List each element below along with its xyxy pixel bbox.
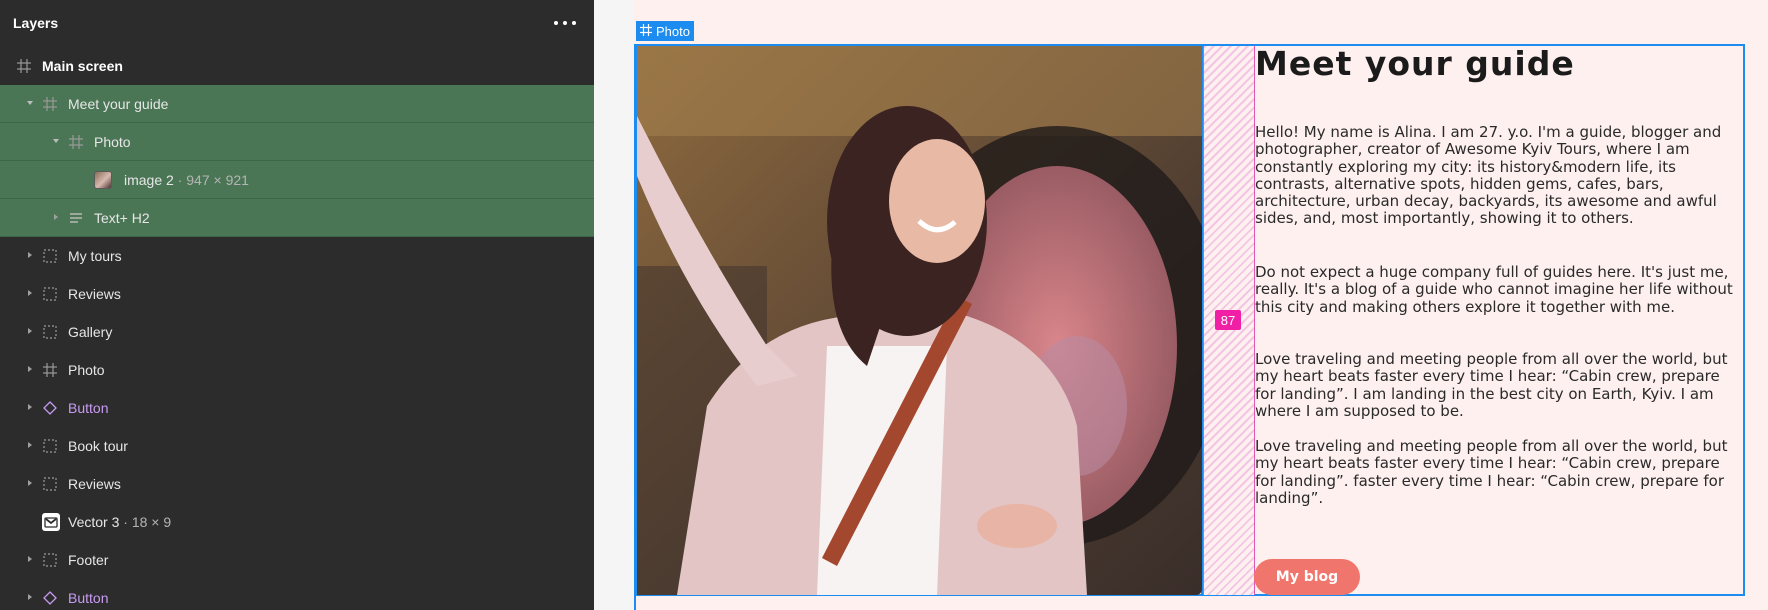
layer-name: Main screen xyxy=(42,58,123,74)
frame-icon xyxy=(16,58,32,74)
layer-label: Gallery xyxy=(68,324,112,340)
paragraph-intro[interactable]: Hello! My name is Alina. I am 27. y.o. I… xyxy=(1255,123,1745,228)
layer-name: Text+ H2 xyxy=(94,210,150,226)
chevron-right-icon[interactable] xyxy=(25,402,35,412)
layer-label: Button xyxy=(68,400,108,416)
layer-row-mytours[interactable]: My tours xyxy=(0,237,594,275)
layers-panel-header: Layers xyxy=(0,0,594,48)
layer-label: Book tour xyxy=(68,438,128,454)
layer-dimensions: · 18 × 9 xyxy=(119,514,172,530)
layer-name: Photo xyxy=(68,362,105,378)
layer-label: Photo xyxy=(68,362,105,378)
paragraph-travel-2[interactable]: Love traveling and meeting people from a… xyxy=(1255,437,1745,507)
group-icon xyxy=(42,438,58,454)
group-icon xyxy=(42,552,58,568)
group-icon xyxy=(42,248,58,264)
layer-name: Reviews xyxy=(68,286,121,302)
layer-row-vector3[interactable]: Vector 3 · 18 × 9 xyxy=(0,503,594,541)
chevron-right-icon[interactable] xyxy=(25,364,35,374)
layer-name: Meet your guide xyxy=(68,96,169,112)
layer-name: Book tour xyxy=(68,438,128,454)
layer-label: My tours xyxy=(68,248,122,264)
chevron-down-icon[interactable] xyxy=(51,136,61,146)
layer-label: Button xyxy=(68,590,108,606)
paragraph-travel[interactable]: Love traveling and meeting people from a… xyxy=(1255,350,1745,420)
group-icon xyxy=(42,476,58,492)
chevron-right-icon[interactable] xyxy=(25,288,35,298)
image-thumbnail-icon xyxy=(94,171,112,189)
layer-row-image2[interactable]: image 2 · 947 × 921 xyxy=(0,161,594,199)
group-icon xyxy=(42,324,58,340)
vector-icon xyxy=(42,513,60,531)
layer-name: Gallery xyxy=(68,324,113,340)
layer-name: Photo xyxy=(94,134,131,150)
layers-panel: Layers Main screen Meet your guide Photo im… xyxy=(0,0,594,610)
layer-label: Meet your guide xyxy=(68,96,168,112)
layer-row-reviews1[interactable]: Reviews xyxy=(0,275,594,313)
chevron-right-icon[interactable] xyxy=(25,592,35,602)
component-instance-icon xyxy=(42,590,58,606)
layer-name: Button xyxy=(68,400,109,416)
chevron-down-icon[interactable] xyxy=(25,98,35,108)
layer-dimensions: · 947 × 921 xyxy=(173,172,249,188)
chevron-right-icon[interactable] xyxy=(25,554,35,564)
chevron-right-icon[interactable] xyxy=(25,478,35,488)
section-heading[interactable]: Meet your guide xyxy=(1255,44,1575,83)
layer-label: Photo xyxy=(94,134,131,150)
layer-row-main[interactable]: Main screen xyxy=(0,47,594,85)
layer-row-meet[interactable]: Meet your guide xyxy=(0,85,594,123)
chevron-right-icon[interactable] xyxy=(25,326,35,336)
frame-icon xyxy=(640,23,652,39)
layer-label: Reviews xyxy=(68,476,121,492)
layer-label: image 2 · 947 × 921 xyxy=(124,172,249,188)
layer-row-gallery[interactable]: Gallery xyxy=(0,313,594,351)
layer-row-photo-inner[interactable]: Photo xyxy=(0,123,594,161)
layer-row-texth2[interactable]: Text+ H2 xyxy=(0,199,594,237)
layer-label: Footer xyxy=(68,552,108,568)
chevron-right-icon[interactable] xyxy=(25,250,35,260)
layer-name: My tours xyxy=(68,248,122,264)
frame-icon xyxy=(68,134,84,150)
layer-name: Button xyxy=(68,590,109,606)
layer-name: image 2 xyxy=(124,172,174,188)
chevron-right-icon[interactable] xyxy=(51,212,61,222)
layer-name: Footer xyxy=(68,552,109,568)
frame-icon xyxy=(42,362,58,378)
layer-name: Reviews xyxy=(68,476,121,492)
layer-label: Text+ H2 xyxy=(94,210,150,226)
spacing-value-badge: 87 xyxy=(1215,310,1241,330)
group-icon xyxy=(42,286,58,302)
layer-row-button1[interactable]: Button xyxy=(0,389,594,427)
panel-title: Layers xyxy=(13,15,59,31)
my-blog-button[interactable]: My blog xyxy=(1254,559,1360,595)
layer-row-photo[interactable]: Photo xyxy=(0,351,594,389)
guide-photo[interactable] xyxy=(637,46,1202,595)
layer-row-booktour[interactable]: Book tour xyxy=(0,427,594,465)
layer-label: Main screen xyxy=(42,58,123,74)
component-instance-icon xyxy=(42,400,58,416)
frame-label-tag[interactable]: Photo xyxy=(636,21,694,41)
text-icon xyxy=(68,210,84,226)
layer-label: Reviews xyxy=(68,286,121,302)
chevron-right-icon[interactable] xyxy=(25,440,35,450)
layer-label: Vector 3 · 18 × 9 xyxy=(68,514,171,530)
layer-row-footer[interactable]: Footer xyxy=(0,541,594,579)
layer-row-reviews2[interactable]: Reviews xyxy=(0,465,594,503)
layer-row-button2[interactable]: Button xyxy=(0,579,594,610)
frame-icon xyxy=(42,96,58,112)
layer-name: Vector 3 xyxy=(68,514,120,530)
frame-label-text: Photo xyxy=(656,23,690,39)
more-dots-icon[interactable] xyxy=(554,14,576,32)
paragraph-about[interactable]: Do not expect a huge company full of gui… xyxy=(1255,263,1745,316)
